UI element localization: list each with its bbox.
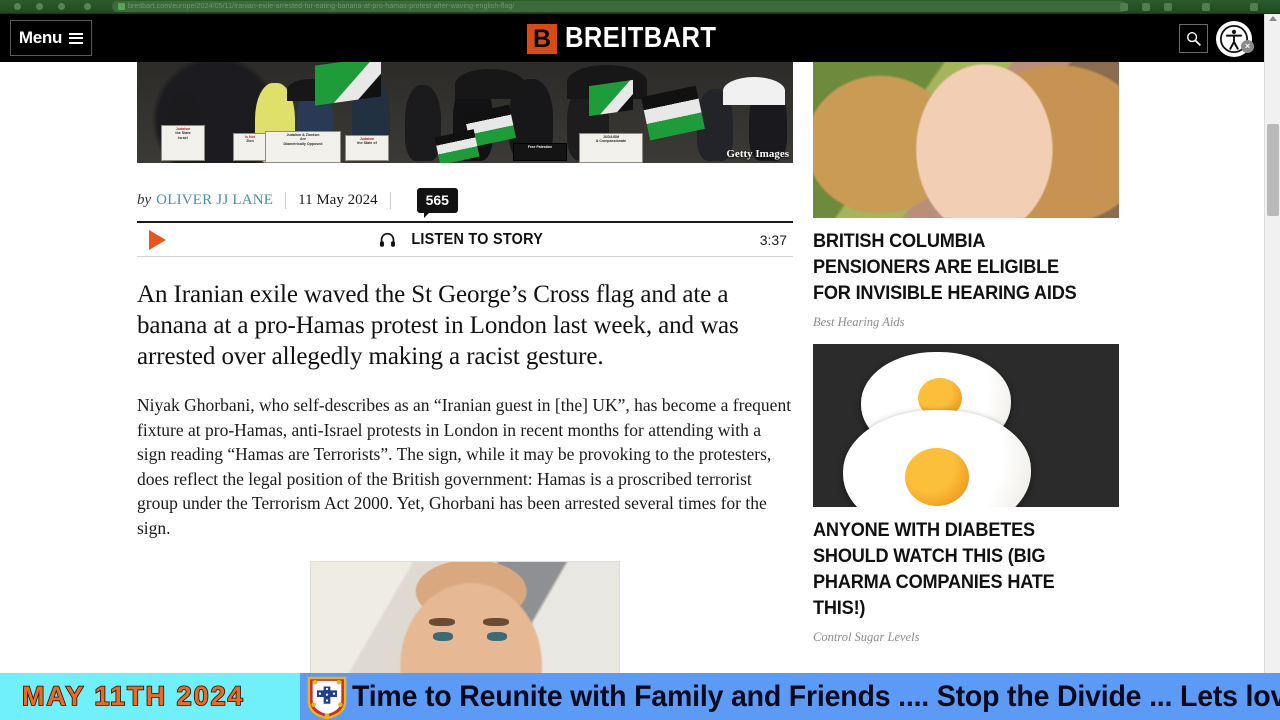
search-button[interactable] [1179,24,1208,53]
site-header: Menu B BREITBART × [0,14,1264,62]
browser-chrome: breitbart.com/europe/2024/05/11/iranian-… [0,0,1280,14]
promo-source: Best Hearing Aids [813,315,905,329]
browser-url-bar[interactable]: breitbart.com/europe/2024/05/11/iranian-… [112,1,1127,12]
browser-profile-icon[interactable] [1202,3,1210,11]
byline-author-link[interactable]: OLIVER JJ LANE [156,192,273,209]
hamburger-icon [69,30,84,46]
smiling-woman-photo[interactable] [813,62,1119,218]
breitbart-logo[interactable]: B BREITBART [526,22,737,55]
comment-count-badge[interactable]: 565 [416,187,458,218]
headphones-icon [380,232,396,247]
ticker-date: MAY 11TH 2024 [21,680,245,712]
browser-forward-icon[interactable] [36,3,43,10]
article-hero-figure: Judaism the State Israel Is Not Zion Judais… [137,62,793,163]
browser-download-icon[interactable] [1120,3,1128,11]
browser-reload-icon[interactable] [58,3,65,10]
page-favicon [118,3,125,10]
article-lede: An Iranian exile waved the St George’s C… [137,281,739,370]
portugal-coat-of-arms-icon [307,676,347,720]
byline-divider [285,191,287,209]
protest-sign: Judaism & Zionism Are Diametrically Oppose… [265,131,341,163]
protest-sign: Judaism the State Israel [161,125,205,161]
byline-by-label: by [137,191,152,208]
accessibility-close-badge[interactable]: × [1241,40,1254,53]
byline-divider [389,191,391,209]
audio-duration: 3:37 [759,231,787,248]
article-body-paragraph: Niyak Ghorbani, who self-describes as an… [137,395,792,538]
breitbart-wordmark: BREITBART [564,22,717,54]
search-icon [1186,31,1201,46]
page-content: Judaism the State Israel Is Not Zion Judais… [0,62,1264,720]
audio-player-center: LISTEN TO STORY [137,231,793,249]
scroll-up-arrow-icon[interactable] [1269,16,1277,21]
ticker-message-block: Time to Reunite with Family and Friends … [300,673,1280,720]
listen-to-story-label: LISTEN TO STORY [411,230,544,248]
protest-sign: Judaism the State of [345,135,389,161]
promo-source: Control Sugar Levels [813,630,920,644]
browser-back-icon[interactable] [14,3,21,10]
bottom-ticker-overlay: MAY 11TH 2024 Time to Reunite with Famil… [0,673,1280,720]
listen-to-story-player[interactable]: LISTEN TO STORY 3:37 [137,221,793,257]
page-scrollbar[interactable] [1264,14,1280,720]
promo-card[interactable]: BRITISH COLUMBIA PENSIONERS ARE ELIGIBLE… [813,62,1119,330]
protest-sign: Free Palestine [513,143,567,161]
protest-photo: Judaism the State Israel Is Not Zion Judais… [137,62,793,163]
byline-date: 11 May 2024 [298,191,378,208]
browser-menu-icon[interactable] [1250,3,1258,11]
ticker-message: Time to Reunite with Family and Friends … [352,679,1280,713]
sidebar-promos: BRITISH COLUMBIA PENSIONERS ARE ELIGIBLE… [813,62,1119,659]
protest-sign: Is Not Zion [233,133,267,161]
breitbart-b-icon: B [526,23,557,54]
scrollbar-thumb[interactable] [1267,124,1279,216]
browser-home-icon[interactable] [84,3,91,10]
menu-button[interactable]: Menu [10,20,92,56]
menu-button-label: Menu [18,28,63,47]
ticker-date-block: MAY 11TH 2024 [0,673,300,720]
fried-eggs-photo[interactable] [813,344,1119,507]
browser-url-text: breitbart.com/europe/2024/05/11/iranian-… [128,3,515,10]
byline: by OLIVER JJ LANE 11 May 2024 565 [137,187,793,218]
promo-title[interactable]: BRITISH COLUMBIA PENSIONERS ARE ELIGIBLE… [813,228,1098,306]
promo-title[interactable]: ANYONE WITH DIABETES SHOULD WATCH THIS (… [813,517,1098,621]
article-column: Judaism the State Israel Is Not Zion Judais… [137,62,793,696]
promo-card[interactable]: ANYONE WITH DIABETES SHOULD WATCH THIS (… [813,344,1119,645]
browser-extensions-icon[interactable] [1142,3,1150,11]
browser-bookmark-icon[interactable] [1164,3,1172,11]
protest-sign: JUDAISM & Compassionate [579,133,643,163]
photo-credit: Getty Images [726,148,789,160]
